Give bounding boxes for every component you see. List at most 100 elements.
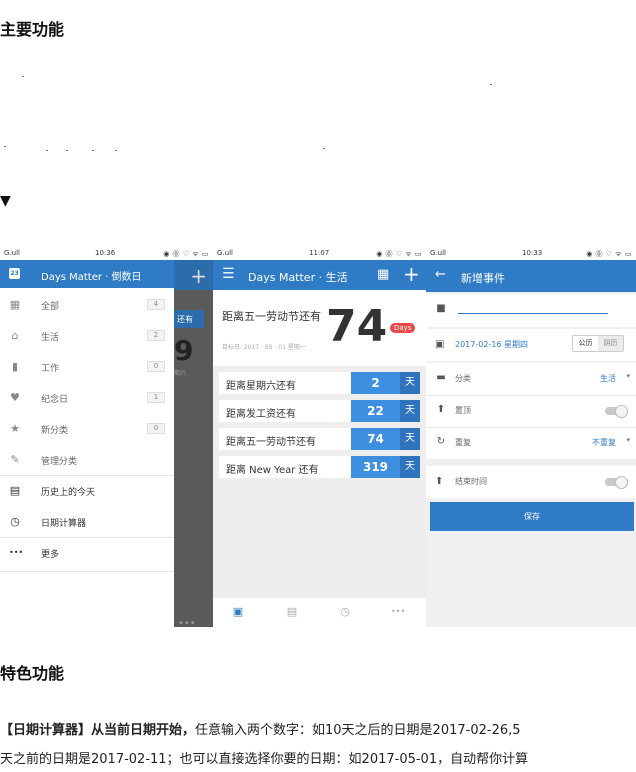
screen-drawer: G.ull 10:36 ◉ ⓪ ♡ ᯤ ▭ + 还有 9 期六 ••• 23 D… — [0, 246, 213, 627]
event-title-input[interactable] — [458, 313, 608, 314]
repeat-row[interactable]: ↻ 重复 不重复 ▾ — [426, 427, 636, 459]
toolbar-title: 新增事件 — [461, 272, 505, 285]
repeat-value: 不重复 — [592, 438, 616, 447]
tab-list-icon[interactable]: ▤ — [286, 606, 298, 618]
drawer-header: 23 Days Matter · 倒数日 — [0, 260, 174, 288]
end-time-row: ⬆ 结束时间 — [426, 466, 636, 498]
navigation-drawer: 23 Days Matter · 倒数日 ▦ 全部 4 ⌂ 生活 2 ▮ 工作 … — [0, 260, 174, 627]
section-heading-feature: 特色功能 — [0, 664, 65, 683]
drawer-item-history-today[interactable]: ▤ 历史上的今天 — [0, 476, 174, 507]
featured-event-card[interactable]: 距离五一劳动节还有 目标日: 2017 · 05 · 01 星期一 74 Day… — [213, 290, 426, 366]
tab-calendar-icon[interactable]: ▣ — [232, 606, 244, 618]
status-time: 10:36 — [95, 249, 116, 257]
end-time-icon: ⬆ — [435, 476, 444, 487]
title-input-row: ■ — [426, 294, 636, 327]
underlying-number: 9 — [174, 334, 194, 367]
date-row[interactable]: ▣ 2017-02-16 星期四 公历 阴历 — [426, 329, 636, 361]
drawer-item-label: 管理分类 — [41, 457, 78, 467]
event-label: 距离 New Year 还有 — [226, 465, 319, 476]
screenshots-strip: G.ull 10:36 ◉ ⓪ ♡ ᯤ ▭ + 还有 9 期六 ••• 23 D… — [0, 246, 636, 627]
end-time-label: 结束时间 — [455, 477, 487, 486]
screen-new-event: G.ull 10:33 ◉ ⓪ ♡ ᯤ ▭ ← 新增事件 ■ ▣ 2017-02… — [426, 246, 636, 627]
event-days-value: 2 — [351, 372, 400, 394]
options-card: ▬ 分类 生活 ▾ ⬆ 置顶 ↻ 重复 不重复 ▾ — [426, 363, 636, 459]
grid-view-icon[interactable]: ▦ — [377, 267, 389, 282]
status-time: 11:07 — [309, 249, 330, 257]
event-days-unit: 天 — [400, 400, 420, 422]
save-button[interactable]: 保存 — [430, 502, 634, 531]
star-icon: ★ — [10, 422, 20, 435]
lunar-calendar-option[interactable]: 阴历 — [598, 336, 623, 351]
underlying-tab: 还有 — [174, 310, 204, 328]
drawer-item-label: 日期计算器 — [41, 519, 87, 529]
drawer-item-date-calculator[interactable]: ◷ 日期计算器 — [0, 507, 174, 538]
calendar-type-switch: 公历 阴历 — [572, 335, 624, 352]
drawer-title: Days Matter · 倒数日 — [41, 272, 142, 283]
bottom-tab-bar: ▣ ▤ ◷ ••• — [213, 598, 426, 627]
feature-paragraph-line-1: 【日期计算器】从当前日期开始，任意输入两个数字：如10天之后的日期是2017-0… — [0, 719, 521, 738]
event-days-value: 22 — [351, 400, 400, 422]
drawer-item-all[interactable]: ▦ 全部 4 — [0, 290, 174, 321]
app-toolbar: ← 新增事件 — [426, 260, 636, 292]
pin-label: 置顶 — [455, 406, 471, 415]
category-row[interactable]: ▬ 分类 生活 ▾ — [426, 363, 636, 395]
event-row[interactable]: 距离星期六还有 2 天 — [219, 372, 420, 394]
tab-more-icon[interactable]: ••• — [391, 606, 405, 618]
home-icon: ⌂ — [11, 329, 19, 342]
end-time-toggle[interactable] — [605, 476, 628, 489]
speck — [323, 148, 325, 149]
speck — [46, 150, 48, 151]
briefcase-icon: ▮ — [11, 360, 19, 373]
speck — [4, 146, 6, 147]
signal-indicator: G.ull — [217, 249, 233, 257]
drawer-item-label: 历史上的今天 — [41, 488, 96, 498]
event-days-value: 319 — [351, 456, 400, 478]
solar-calendar-option[interactable]: 公历 — [573, 336, 598, 351]
heart-icon: ♥ — [10, 391, 20, 404]
count-badge: 0 — [147, 361, 165, 372]
event-days-unit: 天 — [400, 456, 420, 478]
more-icon: ••• — [9, 548, 24, 557]
speck — [490, 84, 492, 85]
back-arrow-icon[interactable]: ← — [435, 267, 446, 282]
speck — [22, 76, 24, 77]
underlying-date: 期六 — [174, 370, 187, 377]
toolbar-title: Days Matter · 生活 — [248, 271, 348, 284]
clock-icon: ◷ — [10, 515, 20, 528]
tab-clock-icon[interactable]: ◷ — [339, 606, 351, 618]
event-row[interactable]: 距离 New Year 还有 319 天 — [219, 456, 420, 478]
repeat-icon: ↻ — [436, 436, 446, 447]
event-row[interactable]: 距离发工资还有 22 天 — [219, 400, 420, 422]
drawer-item-label: 更多 — [41, 550, 60, 560]
drawer-item-manage-categories[interactable]: ✎ 管理分类 — [0, 445, 174, 476]
status-bar: G.ull 11:07 ◉ ⓪ ♡ ᯤ ▭ — [213, 246, 426, 260]
speck — [115, 150, 117, 151]
featured-event-title: 距离五一劳动节还有 — [222, 310, 321, 323]
repeat-label: 重复 — [455, 438, 471, 447]
pin-toggle[interactable] — [605, 405, 628, 418]
drawer-item-label: 生活 — [41, 333, 60, 343]
collapse-toggle[interactable]: ▼ — [0, 193, 11, 209]
add-icon[interactable]: + — [403, 262, 420, 286]
days-badge: Days — [390, 323, 416, 333]
drawer-item-anniversary[interactable]: ♥ 纪念日 1 — [0, 383, 174, 414]
status-icons: ◉ ⓪ ♡ ᯤ ▭ — [586, 250, 632, 258]
drawer-item-work[interactable]: ▮ 工作 0 — [0, 352, 174, 383]
more-icon: ••• — [178, 618, 196, 627]
drawer-item-more[interactable]: ••• 更多 — [0, 538, 174, 569]
category-label: 分类 — [455, 374, 471, 383]
drawer-item-label: 纪念日 — [41, 395, 69, 405]
menu-icon[interactable]: ☰ — [222, 266, 235, 282]
briefcase-icon: ■ — [436, 303, 446, 314]
count-badge: 4 — [147, 299, 165, 310]
folder-icon: ▬ — [436, 372, 446, 383]
drawer-item-new-category[interactable]: ★ 新分类 0 — [0, 414, 174, 445]
grid-icon: ▦ — [9, 298, 21, 311]
drawer-item-life[interactable]: ⌂ 生活 2 — [0, 321, 174, 352]
event-date-value: 2017-02-16 星期四 — [455, 340, 529, 349]
event-label: 距离星期六还有 — [226, 381, 296, 392]
section-heading-main: 主要功能 — [0, 20, 65, 39]
status-time: 10:33 — [522, 249, 543, 257]
event-row[interactable]: 距离五一劳动节还有 74 天 — [219, 428, 420, 450]
add-icon: + — [190, 264, 207, 288]
